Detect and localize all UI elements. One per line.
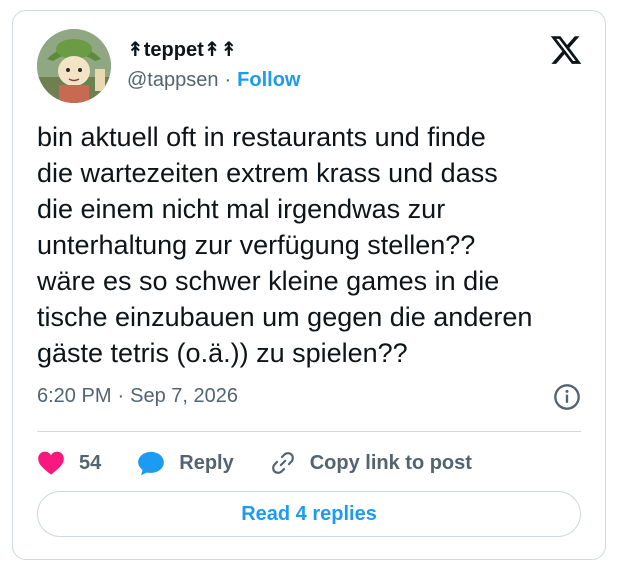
speech-bubble-icon [138, 451, 165, 476]
x-logo-icon[interactable] [549, 33, 583, 67]
author-handle[interactable]: @tappsen [127, 69, 218, 92]
divider [37, 431, 581, 432]
heart-icon [38, 451, 64, 475]
tweet-time: 6:20 PM [37, 385, 112, 407]
copy-link-button[interactable]: Copy link to post [270, 450, 472, 476]
avatar[interactable] [37, 29, 111, 103]
like-count: 54 [79, 451, 102, 474]
tweet-card: ↟teppet↟↟ @tappsen · Follow bin aktuell … [12, 10, 606, 560]
display-name[interactable]: ↟teppet↟↟ [127, 37, 237, 62]
reply-label: Reply [179, 451, 234, 474]
info-icon[interactable] [553, 383, 581, 411]
tweet-timestamp[interactable]: 6:20 PM · Sep 7, 2026 [37, 385, 238, 408]
cartoon-character-avatar-icon [37, 29, 111, 103]
read-replies-button[interactable]: Read 4 replies [37, 491, 581, 537]
link-icon [271, 452, 294, 474]
timestamp-separator: · [117, 385, 125, 407]
author-handle-row: @tappsen · Follow [127, 69, 300, 92]
follow-button[interactable]: Follow [237, 69, 300, 92]
author-name-row: ↟teppet↟↟ [127, 37, 237, 62]
action-bar: 54 Reply Copy link to post [37, 445, 508, 481]
copy-link-label: Copy link to post [309, 451, 472, 474]
tweet-date: Sep 7, 2026 [130, 385, 239, 407]
handle-separator: · [224, 69, 232, 91]
like-button[interactable]: 54 [37, 450, 101, 476]
reply-button[interactable]: Reply [137, 450, 234, 476]
tweet-text: bin aktuell oft in restaurants und finde… [37, 122, 533, 368]
read-replies-label: Read 4 replies [241, 502, 377, 525]
